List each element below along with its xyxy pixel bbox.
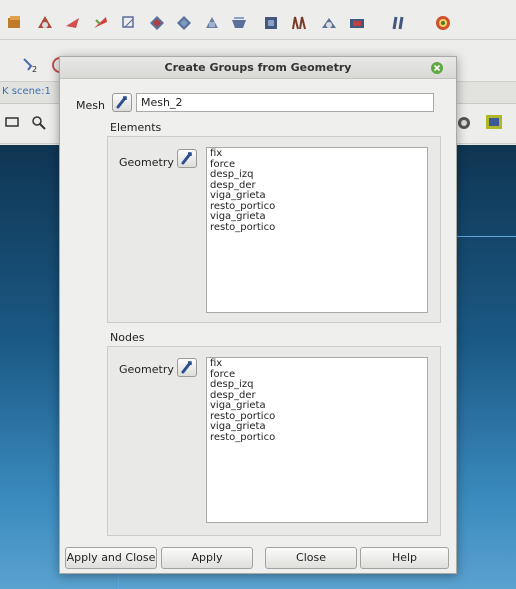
list-item[interactable]: resto_portico xyxy=(210,222,424,234)
fit-all-icon[interactable] xyxy=(31,115,47,131)
nodes-geometry-select-button[interactable] xyxy=(177,358,197,377)
dialog-title: Create Groups from Geometry xyxy=(164,61,352,74)
nodes-section-title: Nodes xyxy=(110,331,145,344)
tool-icon[interactable] xyxy=(434,14,452,32)
list-item[interactable]: desp_izq xyxy=(210,379,424,391)
list-item[interactable]: viga_grieta xyxy=(210,190,424,202)
list-item[interactable]: fix xyxy=(210,148,424,160)
tool-icon[interactable] xyxy=(203,14,221,32)
apply-button[interactable]: Apply xyxy=(161,547,253,569)
select-arrow-icon xyxy=(116,96,127,109)
elements-group: Geometry fix force desp_izq desp_der vig… xyxy=(107,136,441,323)
mesh-select-button[interactable] xyxy=(112,93,132,112)
viewport-axis-line xyxy=(455,236,516,237)
tool-icon[interactable] xyxy=(320,14,338,32)
select-arrow-icon xyxy=(181,361,192,374)
tool-icon[interactable] xyxy=(64,14,82,32)
scene-tab-label: K scene:1 xyxy=(2,86,51,97)
tool-icon[interactable] xyxy=(120,14,138,32)
nodes-geometry-label: Geometry xyxy=(119,363,174,376)
nodes-geometry-list[interactable]: fix force desp_izq desp_der viga_grieta … xyxy=(206,357,428,523)
apply-and-close-button[interactable]: Apply and Close xyxy=(65,547,157,569)
help-button[interactable]: Help xyxy=(360,547,449,569)
tool-icon[interactable]: 2 xyxy=(22,56,42,74)
elements-geometry-label: Geometry xyxy=(119,156,174,169)
list-item[interactable]: resto_portico xyxy=(210,432,424,444)
list-item[interactable]: viga_grieta xyxy=(210,421,424,433)
create-groups-dialog: Create Groups from Geometry Mesh Mesh_2 … xyxy=(59,56,457,574)
mesh-label: Mesh xyxy=(76,99,105,112)
tool-icon[interactable] xyxy=(262,14,280,32)
nodes-group: Geometry fix force desp_izq desp_der vig… xyxy=(107,346,441,536)
svg-text:2: 2 xyxy=(32,65,37,74)
elements-geometry-list[interactable]: fix force desp_izq desp_der viga_grieta … xyxy=(206,147,428,313)
dialog-titlebar[interactable]: Create Groups from Geometry xyxy=(60,57,456,79)
close-icon[interactable] xyxy=(430,61,444,75)
list-item[interactable]: fix xyxy=(210,358,424,370)
list-item[interactable]: viga_grieta xyxy=(210,400,424,412)
select-arrow-icon xyxy=(181,152,192,165)
list-item[interactable]: desp_izq xyxy=(210,169,424,181)
tool-icon[interactable] xyxy=(148,14,166,32)
main-toolbar xyxy=(0,0,516,40)
mesh-field[interactable]: Mesh_2 xyxy=(136,93,434,112)
tool-icon[interactable] xyxy=(92,14,110,32)
tool-icon[interactable] xyxy=(6,14,24,32)
elements-section-title: Elements xyxy=(110,121,162,134)
view-icon[interactable] xyxy=(456,115,472,131)
tool-icon[interactable] xyxy=(348,14,366,32)
tool-icon[interactable] xyxy=(175,14,193,32)
tool-icon[interactable] xyxy=(389,14,407,32)
tool-icon[interactable] xyxy=(230,14,248,32)
list-item[interactable]: viga_grieta xyxy=(210,211,424,223)
close-button[interactable]: Close xyxy=(265,547,357,569)
elements-geometry-select-button[interactable] xyxy=(177,149,197,168)
tool-icon[interactable] xyxy=(290,14,308,32)
view-icon[interactable] xyxy=(485,114,503,132)
tool-icon[interactable] xyxy=(36,14,54,32)
dump-view-icon[interactable] xyxy=(5,115,19,129)
